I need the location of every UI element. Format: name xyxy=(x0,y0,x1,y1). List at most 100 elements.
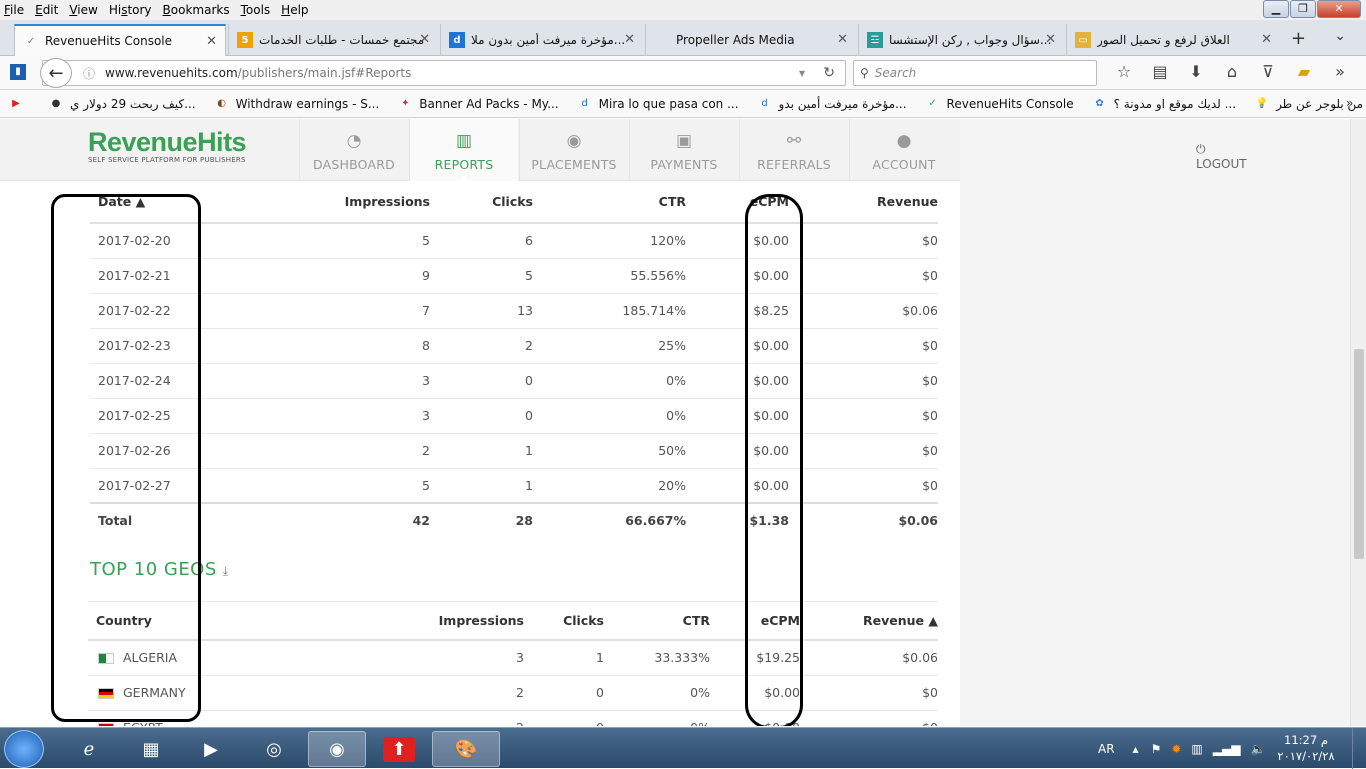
clock-time: 11:27 م xyxy=(1284,733,1328,747)
tab-close-icon[interactable]: ✕ xyxy=(206,34,217,49)
volume-icon[interactable]: 🔈 xyxy=(1250,742,1265,756)
search-input[interactable]: ⚲ Search xyxy=(853,60,1097,86)
upload-app-icon[interactable]: ⬆ xyxy=(370,731,428,767)
downloads-icon[interactable]: ⬇ xyxy=(1178,62,1214,81)
language-indicator[interactable]: AR xyxy=(1098,742,1115,756)
total-cell: 28 xyxy=(430,502,533,537)
power-icon: ⏻ xyxy=(1196,142,1206,156)
daily-report-table: Date ▲ Impressions Clicks CTR eCPM Revenue 20… xyxy=(90,181,938,537)
geo-column-header[interactable]: CTR xyxy=(604,602,710,641)
action-center-icon[interactable]: ⚑ xyxy=(1151,742,1162,756)
revenuehits-logo[interactable]: RevenueHits SELF SERVICE PLATFORM FOR PU… xyxy=(88,127,247,164)
nav-payments[interactable]: ▣ PAYMENTS xyxy=(629,119,738,181)
menu-item-0[interactable]: File xyxy=(4,3,24,17)
bookmark-item[interactable]: ● كيف ربحت 29 دولار ي... xyxy=(48,96,196,112)
browser-tab[interactable]: 5 مجتمع خمسات - طلبات الخدمات ✕ xyxy=(228,24,438,56)
geo-column-header[interactable]: Clicks xyxy=(524,602,604,641)
nav-account[interactable]: ● ACCOUNT xyxy=(849,119,958,181)
clock-date: ٢٠١٧/٠٢/٢٨ xyxy=(1277,749,1335,763)
bookmark-item[interactable]: ✿ لديك موقع او مدونة ؟ ... xyxy=(1092,96,1236,112)
tab-close-icon[interactable]: ✕ xyxy=(1045,32,1056,47)
bookmark-item[interactable]: d Mira lo que pasa con ... xyxy=(577,96,738,112)
bookmark-favicon-icon: d xyxy=(581,98,588,109)
dropdown-icon[interactable]: ▾ xyxy=(799,66,805,80)
menu-item-1[interactable]: Edit xyxy=(35,3,58,17)
menu-item-3[interactable]: History xyxy=(109,3,152,17)
show-desktop-button[interactable] xyxy=(1352,728,1366,769)
internet-explorer-icon[interactable]: ℯ xyxy=(60,731,118,767)
pocket-save-icon[interactable]: ⊽ xyxy=(1250,62,1286,81)
nav-label: REPORTS xyxy=(434,157,494,172)
tab-close-icon[interactable]: ✕ xyxy=(419,32,430,47)
logo-revenue: Revenue xyxy=(88,127,198,157)
menu-item-6[interactable]: Help xyxy=(281,3,308,17)
table-cell: 50% xyxy=(533,433,686,469)
overflow-icon[interactable]: » xyxy=(1322,62,1358,81)
reports-icon: ▥ xyxy=(455,131,473,151)
start-button[interactable] xyxy=(4,730,44,768)
geo-column-header[interactable]: Revenue ▲ xyxy=(800,602,938,641)
avast-icon[interactable]: ✹ xyxy=(1171,742,1181,756)
browser-tab[interactable]: Propeller Ads Media ✕ xyxy=(645,24,856,56)
paint-icon[interactable]: 🎨 xyxy=(432,731,500,767)
bookmark-item[interactable]: ✦ Banner Ad Packs - My... xyxy=(397,96,559,112)
browser-tab[interactable]: d مؤخرة ميرفت أمين بدون ملا... ✕ xyxy=(440,24,643,56)
menu-item-5[interactable]: Tools xyxy=(241,3,271,17)
network-icon[interactable]: ▂▄▆ xyxy=(1213,742,1241,756)
bookmark-item[interactable]: ✓ RevenueHits Console xyxy=(925,96,1074,112)
nav-referrals[interactable]: ⚯ REFERRALS xyxy=(739,119,848,181)
tray-expand-icon[interactable]: ▴ xyxy=(1133,742,1139,756)
page-scrollbar[interactable] xyxy=(1350,119,1366,726)
file-explorer-icon[interactable]: ▦ xyxy=(122,731,180,767)
info-icon[interactable]: ⓘ xyxy=(83,65,95,82)
clock[interactable]: 11:27 م ٢٠١٧/٠٢/٢٨ xyxy=(1270,732,1342,764)
tab-favicon-icon xyxy=(654,32,670,48)
tab-close-icon[interactable]: ✕ xyxy=(837,32,848,47)
extension-icon[interactable]: ▰ xyxy=(1286,62,1322,81)
maximize-button[interactable]: ❐ xyxy=(1290,0,1316,18)
logout-link[interactable]: ⏻ LOGOUT xyxy=(1196,142,1247,171)
scrollbar-thumb[interactable] xyxy=(1354,349,1364,559)
geo-column-header[interactable]: Impressions xyxy=(418,602,524,641)
bookmarks-overflow-icon[interactable]: » xyxy=(1346,96,1353,110)
tab-list-icon[interactable]: ⌄ xyxy=(1334,28,1346,44)
download-icon[interactable]: ⤓ xyxy=(223,564,229,578)
minimize-button[interactable]: ▁ xyxy=(1263,0,1289,18)
hamburger-menu-icon[interactable]: ☰ xyxy=(1358,62,1366,81)
reading-list-icon[interactable]: ▤ xyxy=(1142,62,1178,81)
menu-item-2[interactable]: View xyxy=(69,3,97,17)
browser-tab[interactable]: ▭ العلاق لرفع و تحميل الصور ✕ xyxy=(1066,24,1280,56)
chrome-icon[interactable]: ◎ xyxy=(245,731,303,767)
column-header[interactable]: Clicks xyxy=(430,181,533,224)
column-header[interactable]: Impressions xyxy=(260,181,430,224)
url-bar[interactable]: ⓘ www.revenuehits.com/publishers/main.js… xyxy=(42,60,846,86)
bookmark-star-icon[interactable]: ☆ xyxy=(1106,62,1142,81)
bookmark-item[interactable]: d مؤخرة ميرفت أمين بدو... xyxy=(757,96,906,112)
pocket-icon[interactable]: ▮ xyxy=(10,64,26,80)
menu-item-4[interactable]: Bookmarks xyxy=(163,3,230,17)
close-window-button[interactable]: ✕ xyxy=(1317,0,1361,18)
bookmark-item[interactable]: ◐ Withdraw earnings - S... xyxy=(214,96,379,112)
column-header[interactable]: CTR xyxy=(533,181,686,224)
home-icon[interactable]: ⌂ xyxy=(1214,62,1250,81)
nav-dashboard[interactable]: ◔ DASHBOARD xyxy=(299,119,408,181)
bookmark-favicon-icon: ✿ xyxy=(1095,98,1104,109)
browser-tab[interactable]: ☲ سؤال وجواب , ركن الإستشسا... ✕ xyxy=(858,24,1064,56)
firefox-icon[interactable]: ◉ xyxy=(308,731,366,767)
nav-label: PLACEMENTS xyxy=(531,157,617,172)
column-header[interactable]: Revenue xyxy=(789,181,938,224)
search-icon: ⚲ xyxy=(860,66,869,80)
system-tray: AR ▴ ⚑ ✹ ▥ ▂▄▆ 🔈 xyxy=(1098,728,1265,769)
nav-placements[interactable]: ◉ PLACEMENTS xyxy=(519,119,628,181)
back-button[interactable]: ← xyxy=(40,58,72,88)
tab-close-icon[interactable]: ✕ xyxy=(624,32,635,47)
nav-reports[interactable]: ▥ REPORTS xyxy=(409,119,518,182)
device-icon[interactable]: ▥ xyxy=(1191,742,1202,756)
media-player-icon[interactable]: ▶ xyxy=(182,731,240,767)
browser-tab[interactable]: ✓ RevenueHits Console ✕ xyxy=(14,24,226,56)
bookmark-item[interactable]: ▶ xyxy=(8,96,30,112)
reload-icon[interactable]: ↻ xyxy=(823,65,835,81)
new-tab-button[interactable]: + xyxy=(1291,28,1306,49)
tab-close-icon[interactable]: ✕ xyxy=(1261,32,1272,47)
bookmark-label: RevenueHits Console xyxy=(946,96,1074,111)
